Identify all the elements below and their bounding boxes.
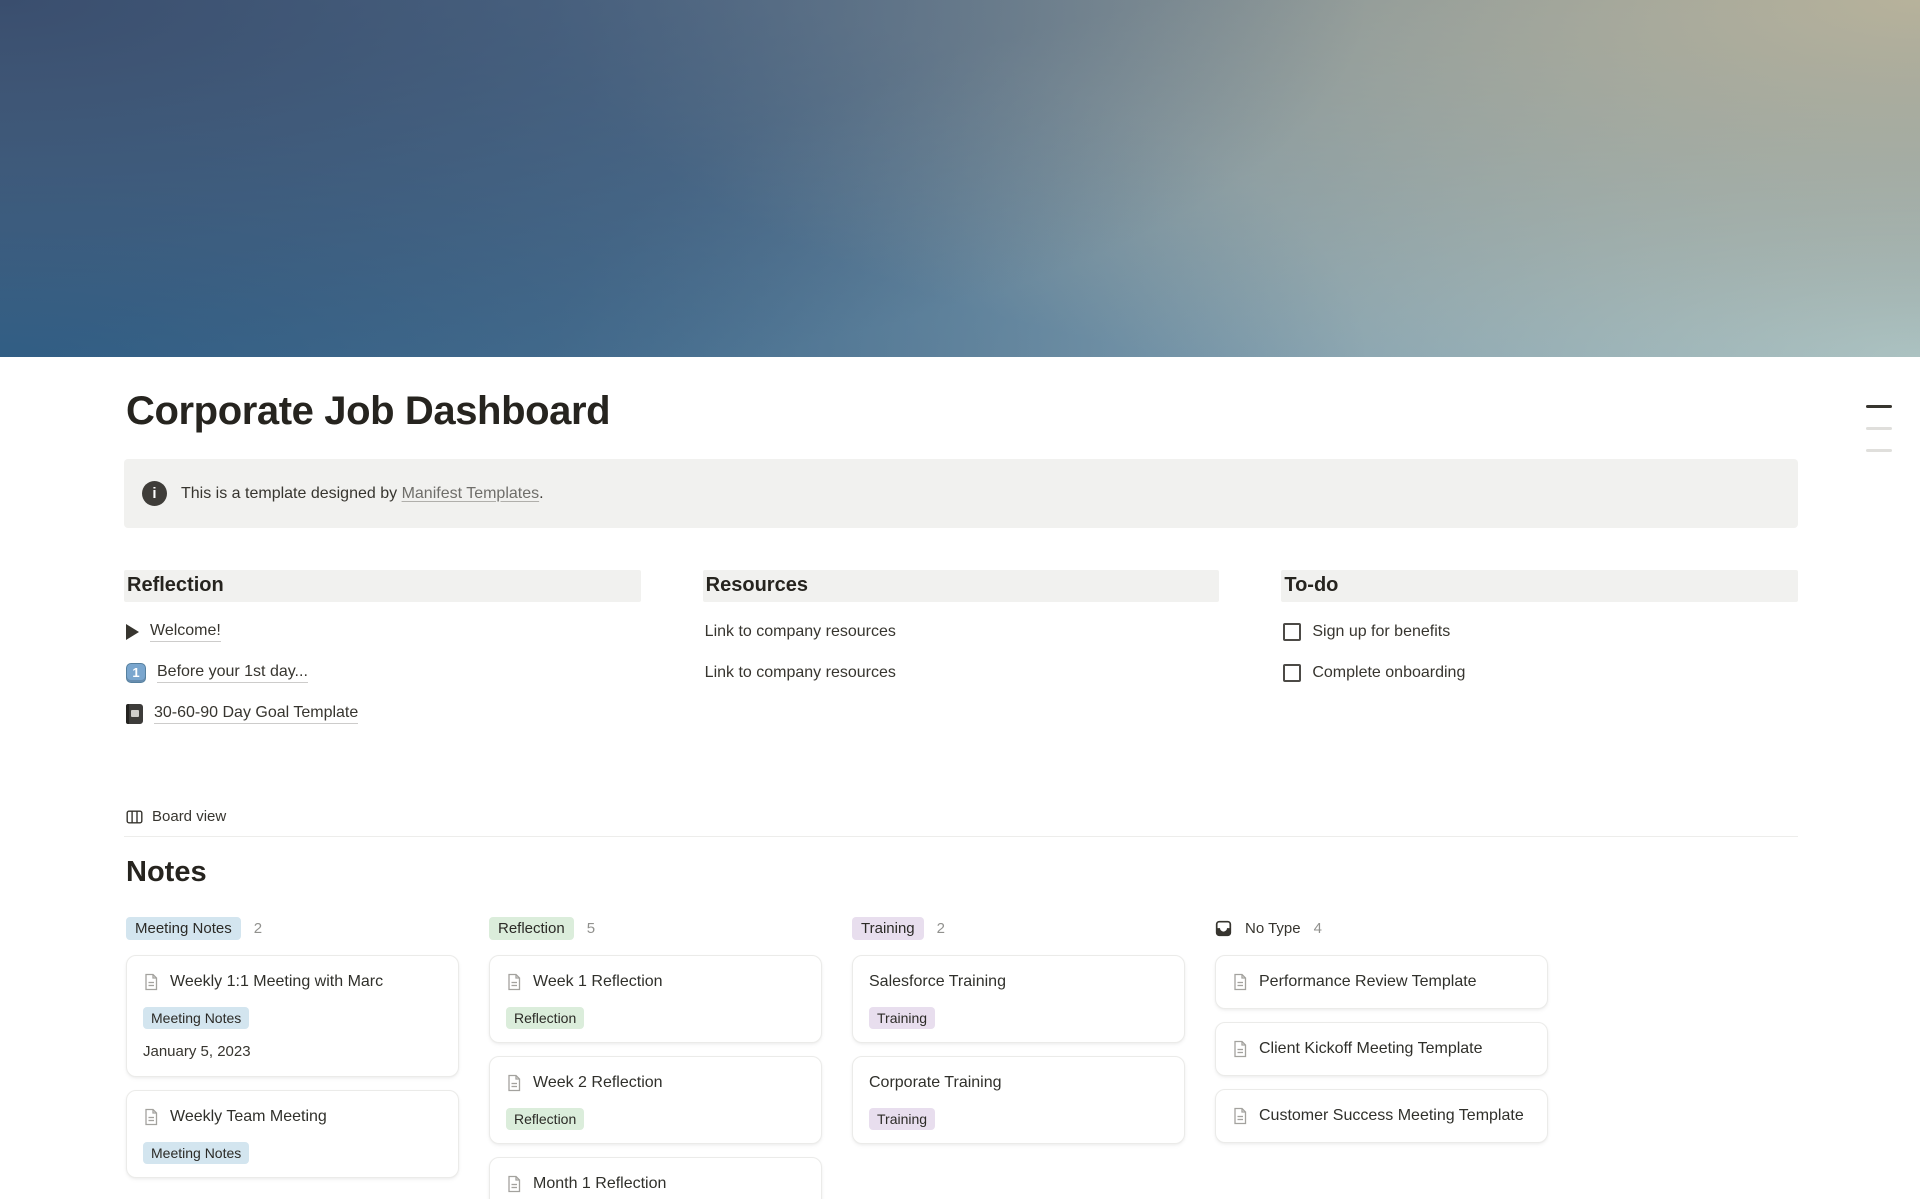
card-tag: Reflection xyxy=(506,1108,584,1130)
column-heading-resources: Resources xyxy=(703,570,1220,602)
group-pill[interactable]: Training xyxy=(852,917,924,940)
page-icon xyxy=(143,973,159,991)
card-title[interactable]: Client Kickoff Meeting Template xyxy=(1259,1036,1483,1062)
column-resources: Resources Link to company resources Link… xyxy=(703,570,1220,734)
info-icon: i xyxy=(142,481,167,506)
play-icon xyxy=(126,624,139,640)
database-title: Notes xyxy=(124,856,1798,889)
page-icon xyxy=(506,1074,522,1092)
group-header[interactable]: No Type 4 xyxy=(1215,915,1548,941)
manifest-templates-link[interactable]: Manifest Templates xyxy=(402,485,540,502)
callout-text-before: This is a template designed by xyxy=(181,485,402,502)
page-icon xyxy=(1232,1107,1248,1125)
toc-line[interactable] xyxy=(1866,449,1892,452)
card-title[interactable]: Corporate Training xyxy=(869,1070,1002,1096)
card-week-2-reflection[interactable]: Week 2 Reflection Reflection xyxy=(489,1056,822,1144)
column-heading-todo: To-do xyxy=(1281,570,1798,602)
todo-item-benefits: Sign up for benefits xyxy=(1281,611,1798,652)
page-title: Corporate Job Dashboard xyxy=(124,389,1798,434)
column-reflection: Reflection Welcome! 1 Before your 1st da… xyxy=(124,570,641,734)
group-pill[interactable]: Reflection xyxy=(489,917,574,940)
board-view: Meeting Notes 2 Weekly 1:1 Meeting with … xyxy=(124,915,1798,1199)
group-header[interactable]: Meeting Notes 2 xyxy=(126,915,459,941)
page-icon xyxy=(1232,1040,1248,1058)
page-icon xyxy=(506,1175,522,1193)
callout: i This is a template designed by Manifes… xyxy=(124,459,1798,528)
column-heading-reflection: Reflection xyxy=(124,570,641,602)
keycap-1-icon: 1 xyxy=(126,663,146,683)
card-performance-review-template[interactable]: Performance Review Template xyxy=(1215,955,1548,1009)
board-view-icon xyxy=(126,809,143,825)
todo-label: Sign up for benefits xyxy=(1312,623,1450,641)
card-tag: Reflection xyxy=(506,1007,584,1029)
toc-line[interactable] xyxy=(1866,405,1892,408)
board-group-meeting-notes: Meeting Notes 2 Weekly 1:1 Meeting with … xyxy=(126,915,459,1199)
card-tag: Training xyxy=(869,1007,935,1029)
group-header[interactable]: Training 2 xyxy=(852,915,1185,941)
page-link-label[interactable]: 30-60-90 Day Goal Template xyxy=(154,704,358,724)
card-title[interactable]: Month 1 Reflection xyxy=(533,1171,666,1197)
board-group-training: Training 2 Salesforce Training Training … xyxy=(852,915,1185,1199)
group-count: 4 xyxy=(1314,920,1322,937)
board-group-no-type: No Type 4 Performance Review Template xyxy=(1215,915,1548,1199)
group-count: 2 xyxy=(937,920,945,937)
card-tag: Meeting Notes xyxy=(143,1007,249,1029)
card-title[interactable]: Weekly Team Meeting xyxy=(170,1104,327,1130)
card-title[interactable]: Salesforce Training xyxy=(869,969,1006,995)
page-link-label[interactable]: Before your 1st day... xyxy=(157,663,308,683)
group-pill[interactable]: Meeting Notes xyxy=(126,917,241,940)
group-count: 5 xyxy=(587,920,595,937)
board-group-reflection: Reflection 5 Week 1 Reflection Reflectio… xyxy=(489,915,822,1199)
card-title[interactable]: Performance Review Template xyxy=(1259,969,1477,995)
todo-item-onboarding: Complete onboarding xyxy=(1281,652,1798,693)
database-views-row: Board view xyxy=(124,800,1798,837)
page-content: Corporate Job Dashboard i This is a temp… xyxy=(124,389,1798,1199)
page-link-before-your-1st-day[interactable]: 1 Before your 1st day... xyxy=(124,652,641,693)
column-todo: To-do Sign up for benefits Complete onbo… xyxy=(1281,570,1798,734)
todo-label: Complete onboarding xyxy=(1312,664,1465,682)
card-weekly-11-meeting[interactable]: Weekly 1:1 Meeting with Marc Meeting Not… xyxy=(126,955,459,1077)
table-of-contents-indicator[interactable] xyxy=(1866,405,1892,471)
card-month-1-reflection[interactable]: Month 1 Reflection Reflection xyxy=(489,1157,822,1199)
checkbox-complete-onboarding[interactable] xyxy=(1283,664,1301,682)
cover-image xyxy=(0,0,1920,357)
no-type-icon xyxy=(1215,920,1232,937)
resource-link-2[interactable]: Link to company resources xyxy=(703,652,1220,693)
callout-text: This is a template designed by Manifest … xyxy=(181,485,544,503)
page-link-welcome[interactable]: Welcome! xyxy=(124,611,641,652)
tab-board-view[interactable]: Board view xyxy=(152,808,226,825)
resource-link-1[interactable]: Link to company resources xyxy=(703,611,1220,652)
group-count: 2 xyxy=(254,920,262,937)
card-client-kickoff-meeting-template[interactable]: Client Kickoff Meeting Template xyxy=(1215,1022,1548,1076)
card-tag: Training xyxy=(869,1108,935,1130)
page-icon xyxy=(506,973,522,991)
card-title[interactable]: Weekly 1:1 Meeting with Marc xyxy=(170,969,383,995)
toc-line[interactable] xyxy=(1866,427,1892,430)
page-link-30-60-90-template[interactable]: 30-60-90 Day Goal Template xyxy=(124,693,641,734)
page-link-label[interactable]: Welcome! xyxy=(150,622,221,642)
card-title[interactable]: Week 1 Reflection xyxy=(533,969,663,995)
columns-section: Reflection Welcome! 1 Before your 1st da… xyxy=(124,570,1798,734)
card-corporate-training[interactable]: Corporate Training Training xyxy=(852,1056,1185,1144)
card-salesforce-training[interactable]: Salesforce Training Training xyxy=(852,955,1185,1043)
group-name[interactable]: No Type xyxy=(1245,920,1301,937)
notebook-icon xyxy=(126,704,143,724)
card-weekly-team-meeting[interactable]: Weekly Team Meeting Meeting Notes xyxy=(126,1090,459,1178)
checkbox-sign-up-for-benefits[interactable] xyxy=(1283,623,1301,641)
card-title[interactable]: Week 2 Reflection xyxy=(533,1070,663,1096)
page-icon xyxy=(1232,973,1248,991)
card-week-1-reflection[interactable]: Week 1 Reflection Reflection xyxy=(489,955,822,1043)
page-icon xyxy=(143,1108,159,1126)
group-header[interactable]: Reflection 5 xyxy=(489,915,822,941)
callout-text-after: . xyxy=(539,485,543,502)
card-date: January 5, 2023 xyxy=(143,1041,442,1063)
card-tag: Meeting Notes xyxy=(143,1142,249,1164)
card-customer-success-meeting-template[interactable]: Customer Success Meeting Template xyxy=(1215,1089,1548,1143)
card-title[interactable]: Customer Success Meeting Template xyxy=(1259,1103,1524,1129)
